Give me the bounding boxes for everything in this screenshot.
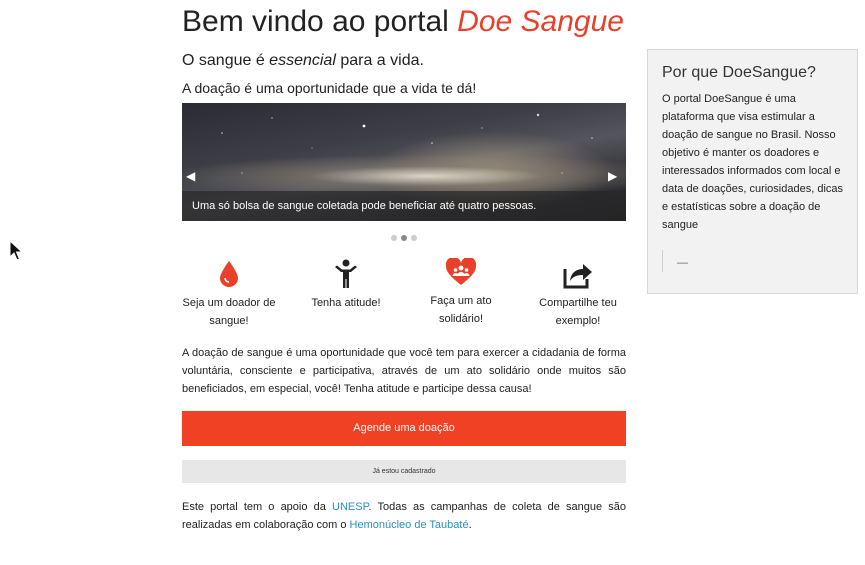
unesp-link[interactable]: UNESP xyxy=(332,501,368,513)
hemonucleo-link[interactable]: Hemonúcleo de Taubaté xyxy=(350,519,469,531)
sidebar-text: O portal DoeSangue é uma plataforma que … xyxy=(662,93,844,231)
page-title: Bem vindo ao portal Doe Sangue xyxy=(182,4,624,40)
person-icon xyxy=(296,258,396,290)
feature-label: Tenha atitude! xyxy=(311,297,381,309)
feature-label: Compartilhe teu exemplo! xyxy=(539,297,617,327)
feature-attitude: Tenha atitude! xyxy=(296,258,396,312)
sidebar-title: Por que DoeSangue? xyxy=(662,64,816,81)
sidebar-quote: — xyxy=(662,250,843,272)
carousel-next-button[interactable]: ▶ xyxy=(608,169,618,183)
schedule-donation-button[interactable]: Agende uma doação xyxy=(182,411,626,446)
carousel-caption: Uma só bolsa de sangue coletada pode ben… xyxy=(182,191,626,221)
sidebar-panel: Por que DoeSangue? O portal DoeSangue é … xyxy=(647,49,858,294)
feature-label: Faça um ato solidário! xyxy=(430,295,492,325)
feature-donor: Seja um doador de sangue! xyxy=(179,258,279,330)
blood-drop-icon xyxy=(179,258,279,290)
heart-group-icon xyxy=(411,256,511,288)
feature-share: Compartilhe teu exemplo! xyxy=(528,258,628,330)
footer-paragraph: Este portal tem o apoio da UNESP. Todas … xyxy=(182,498,626,534)
footer-text-1: Este portal tem o apoio da xyxy=(182,501,333,513)
subtitle-after: para a vida. xyxy=(335,52,424,69)
title-brand: Doe Sangue xyxy=(457,5,624,38)
feature-solidarity: Faça um ato solidário! xyxy=(411,256,511,328)
carousel-prev-button[interactable]: ◀ xyxy=(186,169,196,183)
mouse-cursor-icon xyxy=(9,240,23,261)
already-registered-button[interactable]: Já estou cadastrado xyxy=(182,460,626,483)
carousel-indicator-active[interactable] xyxy=(401,235,407,241)
share-icon xyxy=(528,258,628,290)
carousel-indicator[interactable] xyxy=(391,235,397,241)
subtitle-emphasis: essencial xyxy=(269,52,336,69)
image-carousel[interactable]: ◀ ▶ Uma só bolsa de sangue coletada pode… xyxy=(182,103,626,221)
tagline: A doação é uma oportunidade que a vida t… xyxy=(182,80,477,96)
subtitle-before: O sangue é xyxy=(182,52,270,69)
subtitle: O sangue é essencial para a vida. xyxy=(182,52,424,70)
title-prefix: Bem vindo ao portal xyxy=(182,5,458,38)
feature-label: Seja um doador de sangue! xyxy=(182,297,276,327)
footer-text-3: . xyxy=(468,519,472,531)
carousel-indicator[interactable] xyxy=(411,235,417,241)
carousel-indicators xyxy=(391,235,417,241)
intro-paragraph: A doação de sangue é uma oportunidade qu… xyxy=(182,347,626,395)
